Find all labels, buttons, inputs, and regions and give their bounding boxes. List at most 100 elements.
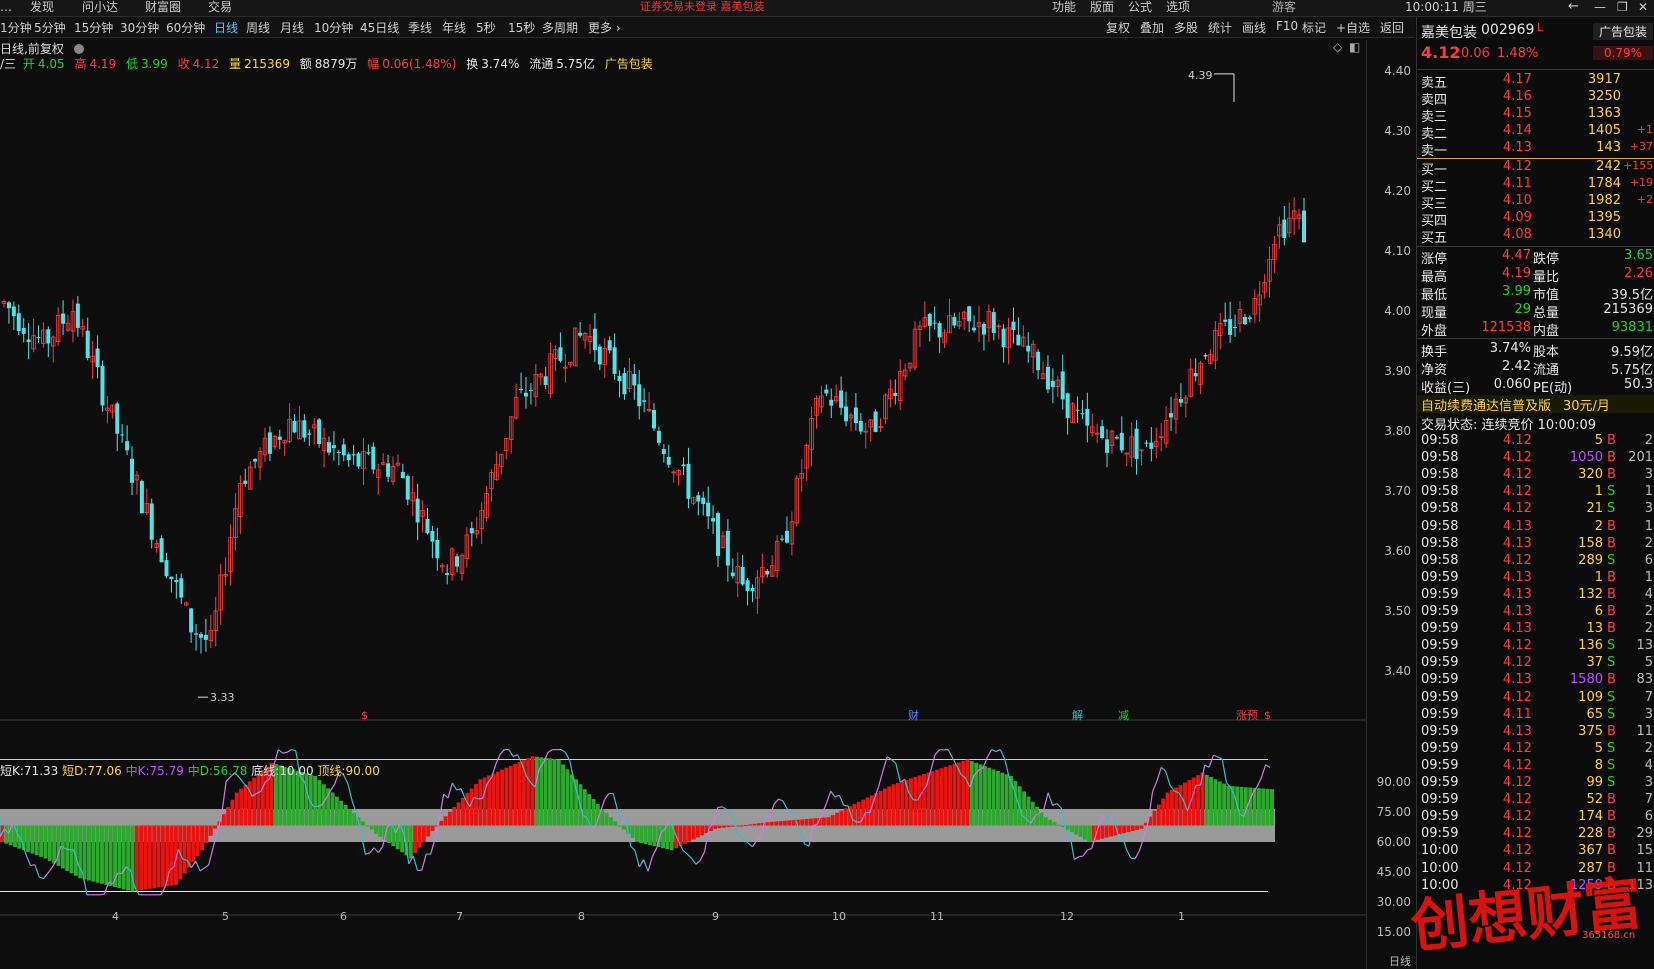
k-line-segment — [682, 849, 688, 855]
tick-price: 4.12 — [1503, 638, 1532, 654]
user-guest[interactable]: 游客 — [1272, 0, 1296, 14]
promo-text[interactable]: 自动续费通达信普及版 — [1421, 395, 1551, 414]
toolbar-add-watchlist[interactable]: +自选 — [1336, 19, 1370, 36]
candle-body-down — [317, 419, 322, 444]
candle-body-down — [528, 389, 533, 391]
menu-item-wenxiaoda[interactable]: 问小达 — [82, 0, 118, 14]
toolbar-stats[interactable]: 统计 — [1208, 19, 1232, 36]
toolbar-back[interactable]: 返回 — [1380, 19, 1404, 36]
oscillator-bar — [387, 825, 392, 844]
candle-body-down — [1178, 399, 1183, 403]
tab-weekly[interactable]: 周线 — [246, 19, 270, 36]
tick-price: 4.13 — [1503, 535, 1532, 551]
toolbar-f10[interactable]: F10 — [1276, 19, 1298, 33]
oscillator-bar — [1104, 825, 1109, 838]
tab-1min[interactable]: 1分钟 — [0, 19, 32, 36]
oscillator-bar — [913, 776, 918, 826]
menu-item-function[interactable]: 功能 — [1052, 0, 1076, 14]
close-window-icon[interactable]: ✕ — [1638, 0, 1648, 14]
toolbar-mark[interactable]: 标记 — [1302, 19, 1326, 36]
bid-row[interactable]: 买三 4.10 1982 +2 — [1417, 193, 1654, 212]
tab-quarter[interactable]: 季线 — [408, 19, 432, 36]
menu-item-discover[interactable]: 发现 — [30, 0, 54, 14]
k-line-segment — [204, 864, 210, 869]
watermark-url: 365168.cn — [1582, 930, 1636, 941]
level-price: 4.11 — [1503, 176, 1532, 191]
menu-item-0[interactable]: … — [0, 0, 12, 14]
k-line-segment — [877, 770, 884, 787]
ask-row[interactable]: 卖五 4.17 3917 — [1417, 72, 1654, 91]
oscillator-bar — [504, 767, 509, 826]
k-line-segment — [560, 749, 566, 753]
tick-volume: 8 — [1594, 757, 1603, 773]
tab-30min[interactable]: 30分钟 — [120, 19, 159, 36]
ask-row[interactable]: 卖三 4.15 1363 — [1417, 106, 1654, 125]
month-label: 6 — [340, 910, 347, 923]
oscillator-bar — [1209, 777, 1214, 826]
tab-year[interactable]: 年线 — [442, 19, 466, 36]
tab-multi-period[interactable]: 多周期 — [542, 19, 578, 36]
candle-body-down — [198, 634, 203, 638]
menu-item-trade[interactable]: 交易 — [208, 0, 232, 14]
oscillator-bar — [1130, 825, 1135, 831]
tab-5min[interactable]: 5分钟 — [34, 19, 66, 36]
bid-row[interactable]: 买四 4.09 1395 — [1417, 210, 1654, 229]
tab-more[interactable]: 更多 › — [588, 19, 621, 36]
promo-row[interactable]: 自动续费通达信普及版 30元/月 — [1417, 395, 1654, 414]
menu-item-layout[interactable]: 版面 — [1090, 0, 1114, 14]
month-label: 5 — [222, 910, 229, 923]
sector-ad-label[interactable]: 广告包装 — [1593, 23, 1653, 40]
k-line-segment — [456, 788, 462, 791]
oscillator-bar — [374, 825, 378, 834]
tick-time: 09:58 — [1421, 518, 1459, 534]
login-notice[interactable]: 证券交易未登录 嘉美包装 — [640, 0, 765, 14]
oscillator-bar — [352, 813, 357, 826]
oscillator-bar — [86, 825, 91, 881]
menu-item-formula[interactable]: 公式 — [1128, 0, 1152, 14]
candle-body-down — [991, 312, 996, 333]
minimize-window-icon[interactable]: — — [1594, 0, 1606, 14]
menu-item-caifuquan[interactable]: 财富圈 — [145, 0, 181, 14]
bid-row[interactable]: 买二 4.11 1784 +19 — [1417, 176, 1654, 195]
candle-body-down — [149, 503, 154, 540]
oscillator-bar — [1004, 774, 1009, 826]
oscillator-bar — [648, 825, 652, 846]
promo-price[interactable]: 30元/月 — [1563, 395, 1610, 414]
toolbar-draw[interactable]: 画线 — [1242, 19, 1266, 36]
k-line-segment — [830, 790, 836, 798]
oscillator-bar — [243, 785, 248, 826]
tab-60min[interactable]: 60分钟 — [166, 19, 205, 36]
tab-daily[interactable]: 日线 — [214, 19, 238, 36]
toolbar-adjust[interactable]: 复权 — [1106, 19, 1130, 36]
tab-monthly[interactable]: 月线 — [280, 19, 304, 36]
oscillator-bar — [152, 825, 157, 889]
tab-15sec[interactable]: 15秒 — [508, 19, 535, 36]
tab-10min[interactable]: 10分钟 — [314, 19, 353, 36]
oscillator-bar — [1135, 825, 1140, 830]
toolbar-multi-stock[interactable]: 多股 — [1174, 19, 1198, 36]
bid-row[interactable]: 买五 4.08 1340 — [1417, 227, 1654, 246]
level-change: +19 — [1629, 176, 1653, 189]
tab-15min[interactable]: 15分钟 — [74, 19, 113, 36]
candle-body-down — [341, 444, 346, 456]
toolbar-overlay[interactable]: 叠加 — [1140, 19, 1164, 36]
kline-chart[interactable]: 4.39 3.33 $ 财 解 减 涨预 $4 5 6 7 8 9 10 11 12 1 — [0, 40, 1366, 969]
clock: 10:00:11 周三 — [1405, 0, 1487, 14]
stock-pct: 1.48% — [1497, 46, 1539, 61]
tab-45day[interactable]: 45日线 — [360, 19, 399, 36]
menu-item-options[interactable]: 选项 — [1166, 0, 1190, 14]
tab-5sec[interactable]: 5秒 — [476, 19, 496, 36]
ask-row[interactable]: 卖四 4.16 3250 — [1417, 89, 1654, 108]
minimize-icon[interactable]: ← — [1568, 0, 1579, 14]
k-line-segment — [478, 797, 483, 800]
oscillator-bar — [330, 792, 335, 826]
oscillator-bar — [339, 800, 344, 826]
ask-row[interactable]: 卖二 4.14 1405 +1 — [1417, 123, 1654, 142]
bid-row[interactable]: 买一 4.12 242 +155 — [1417, 159, 1654, 178]
ask-row[interactable]: 卖一 4.13 143 +37 — [1417, 140, 1654, 159]
tick-count: 5 — [1644, 655, 1653, 671]
candle-body-down — [622, 373, 627, 395]
sector-ad-pct[interactable]: 0.79% — [1593, 46, 1653, 60]
candle-body-down — [745, 580, 750, 592]
restore-window-icon[interactable]: ❐ — [1617, 0, 1628, 14]
